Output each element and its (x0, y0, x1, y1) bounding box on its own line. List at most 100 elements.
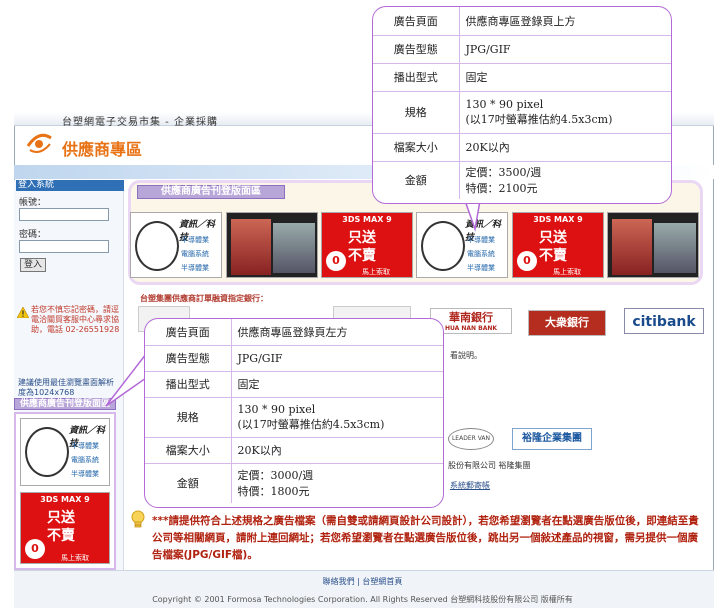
photo-screen-icon (654, 223, 696, 273)
spec-row: 金額 定價：3000/週 特價：1800元 (145, 462, 443, 503)
spec-key: 播出型式 (145, 370, 232, 398)
spec-value-line: 定價：3000/週 (237, 469, 314, 483)
photo-person-icon (612, 219, 652, 275)
logo-icon (26, 133, 52, 153)
bank-huanan-name: 華南銀行 (449, 311, 493, 324)
ad-news-line: 半導體業 (467, 264, 495, 272)
ad-sale-header: 3DS MAX 9 (40, 495, 90, 504)
photo-screen-icon (273, 223, 315, 273)
left-ad-box: 資訊／科技 半導體業 電腦系統 半導體業 3DS MAX 9 只送不賣 0 馬上… (14, 412, 116, 570)
ad-news-line: 電腦系統 (71, 456, 99, 464)
ad-sale-footer: 馬上索取 (553, 268, 581, 276)
spec-value-line: (以17吋螢幕推估約4.5x3cm) (465, 112, 613, 126)
ad-news-line: 電腦系統 (181, 250, 209, 258)
ad-sale-header: 3DS MAX 9 (342, 215, 392, 224)
ad-sale-big: 只送不賣 (47, 510, 75, 544)
spec-row: 規格 130 * 90 pixel (以17吋螢幕推估約4.5x3cm) (373, 90, 671, 134)
spec-value-line: 130 * 90 pixel (465, 97, 544, 111)
spec-value: 供應商專區登錄頁左方 (230, 319, 443, 346)
spec-value: 定價：3500/週 特價：2100元 (458, 160, 671, 199)
spec-value-line: 130 * 90 pixel (237, 402, 316, 416)
ad-news-line: 半導體業 (181, 264, 209, 272)
spec-value: 固定 (458, 62, 671, 92)
lightbulb-icon (131, 510, 145, 528)
spec-table-top: 廣告頁面 供應商專區登錄頁上方 廣告型態 JPG/GIF 播出型式 固定 規格 130 … (373, 7, 671, 199)
bank-citibank[interactable]: citibank (624, 308, 704, 334)
spec-row: 規格 130 * 90 pixel (以17吋螢幕推估約4.5x3cm) (145, 396, 443, 438)
spec-key: 金額 (145, 462, 232, 503)
spec-value: JPG/GIF (230, 344, 443, 372)
ad-news-line: 半導體業 (467, 236, 495, 244)
promo-ad-news-2[interactable]: 資訊／科技 半導體業 電腦系統 半導體業 (416, 212, 508, 278)
footer-copyright: Copyright © 2001 Formosa Technologies Co… (152, 595, 573, 604)
spec-value-line: 定價：3500/週 (465, 166, 542, 180)
login-header: 登入系統 (16, 180, 124, 191)
spec-row: 廣告頁面 供應商專區登錄頁上方 (373, 7, 671, 36)
spec-key: 廣告型態 (145, 344, 232, 372)
ad-news-line: 半導體業 (71, 442, 99, 450)
ad-news-line: 電腦系統 (467, 250, 495, 258)
ad-sale-footer: 馬上索取 (61, 554, 89, 562)
browser-note: 建議使用最佳瀏覽畫面解析度為1024x768 (18, 378, 114, 397)
promo-ad-news-1[interactable]: 資訊／科技 半導體業 電腦系統 半導體業 (130, 212, 222, 278)
login-button[interactable]: 登入 (20, 258, 46, 272)
left-ad-news[interactable]: 資訊／科技 半導體業 電腦系統 半導體業 (20, 418, 110, 486)
spec-key: 廣告頁面 (145, 319, 232, 346)
spec-value: 130 * 90 pixel (以17吋螢幕推估約4.5x3cm) (230, 396, 443, 438)
spec-value: 20K以內 (230, 436, 443, 464)
account-label: 帳號： (19, 198, 47, 208)
ldv-logo[interactable]: LEADER VAN (448, 428, 494, 450)
spec-value: 供應商專區登錄頁上方 (458, 7, 671, 36)
spec-row: 檔案大小 20K以內 (373, 132, 671, 162)
topbar-title: 台塑網電子交易市集 - 企業採購 (62, 117, 218, 128)
promo-ad-sale-2[interactable]: 3DS MAX 9 只送不賣 0 馬上索取 (512, 212, 604, 278)
ad-news-line: 半導體業 (71, 470, 99, 478)
promo-ad-sale-1[interactable]: 3DS MAX 9 只送不賣 0 馬上索取 (321, 212, 413, 278)
cartoon-face-icon (421, 221, 465, 271)
photo-person-icon (231, 219, 271, 275)
spec-key: 檔案大小 (145, 436, 232, 464)
ad-spec-notice: ***請提供符合上述規格之廣告檔案（需自雙或請網頁設計公司設計），若您希望瀏覽者… (152, 515, 699, 561)
bank-dazhong[interactable]: 大衆銀行 (528, 310, 606, 336)
password-input[interactable] (19, 240, 109, 253)
promo-ad-photo-2[interactable] (607, 212, 699, 278)
spec-key: 金額 (373, 160, 460, 199)
promo-banner-tag: 供應商廣告刊登版面區 (137, 185, 285, 199)
spec-key: 規格 (373, 90, 460, 134)
spec-value-line: 特價：1800元 (237, 485, 310, 499)
ad-sale-big: 只送不賣 (348, 230, 376, 264)
ad-sale-zero: 0 (25, 539, 45, 559)
spec-value-line: (以17吋螢幕推估約4.5x3cm) (237, 417, 385, 431)
email-fragment[interactable]: 系統郵寄帳 (450, 480, 490, 491)
yulon-logo[interactable]: 裕隆企業集團 (512, 428, 592, 450)
spec-value: 定價：3000/週 特價：1800元 (230, 462, 443, 503)
account-input[interactable] (19, 208, 109, 221)
callout-top-spec: 廣告頁面 供應商專區登錄頁上方 廣告型態 JPG/GIF 播出型式 固定 規格 130 … (372, 6, 672, 204)
spec-key: 播出型式 (373, 62, 460, 92)
spec-value: 130 * 90 pixel (以17吋螢幕推估約4.5x3cm) (458, 90, 671, 134)
ad-news-line: 半導體業 (181, 236, 209, 244)
company-fragment: 股份有限公司 裕隆集團 (448, 461, 531, 470)
spec-value: 固定 (230, 370, 443, 398)
spec-key: 規格 (145, 396, 232, 438)
spec-row: 廣告型態 JPG/GIF (145, 344, 443, 372)
footer-links[interactable]: 聯絡我們 | 台塑網首頁 (0, 576, 725, 587)
left-ad-sale[interactable]: 3DS MAX 9 只送不賣 0 馬上索取 (20, 492, 110, 564)
spec-value-line: 特價：2100元 (465, 182, 538, 196)
spec-row: 檔案大小 20K以內 (145, 436, 443, 464)
warning-icon (17, 307, 29, 318)
ad-sale-footer: 馬上索取 (362, 268, 390, 276)
spec-key: 廣告型態 (373, 34, 460, 64)
promo-ad-photo-1[interactable] (226, 212, 318, 278)
desc-fragment: 看說明。 (450, 351, 482, 360)
spec-value: 20K以內 (458, 132, 671, 162)
ad-sale-zero: 0 (326, 251, 346, 271)
spec-row: 播出型式 固定 (145, 370, 443, 398)
spec-row: 廣告型態 JPG/GIF (373, 34, 671, 64)
callout-left-spec: 廣告頁面 供應商專區登錄頁左方 廣告型態 JPG/GIF 播出型式 固定 規格 130 … (144, 318, 444, 508)
ad-sale-big: 只送不賣 (539, 230, 567, 264)
ad-sale-header: 3DS MAX 9 (533, 215, 583, 224)
spec-value: JPG/GIF (458, 34, 671, 64)
spec-table-left: 廣告頁面 供應商專區登錄頁左方 廣告型態 JPG/GIF 播出型式 固定 規格 130 … (145, 319, 443, 503)
spec-row: 金額 定價：3500/週 特價：2100元 (373, 160, 671, 199)
